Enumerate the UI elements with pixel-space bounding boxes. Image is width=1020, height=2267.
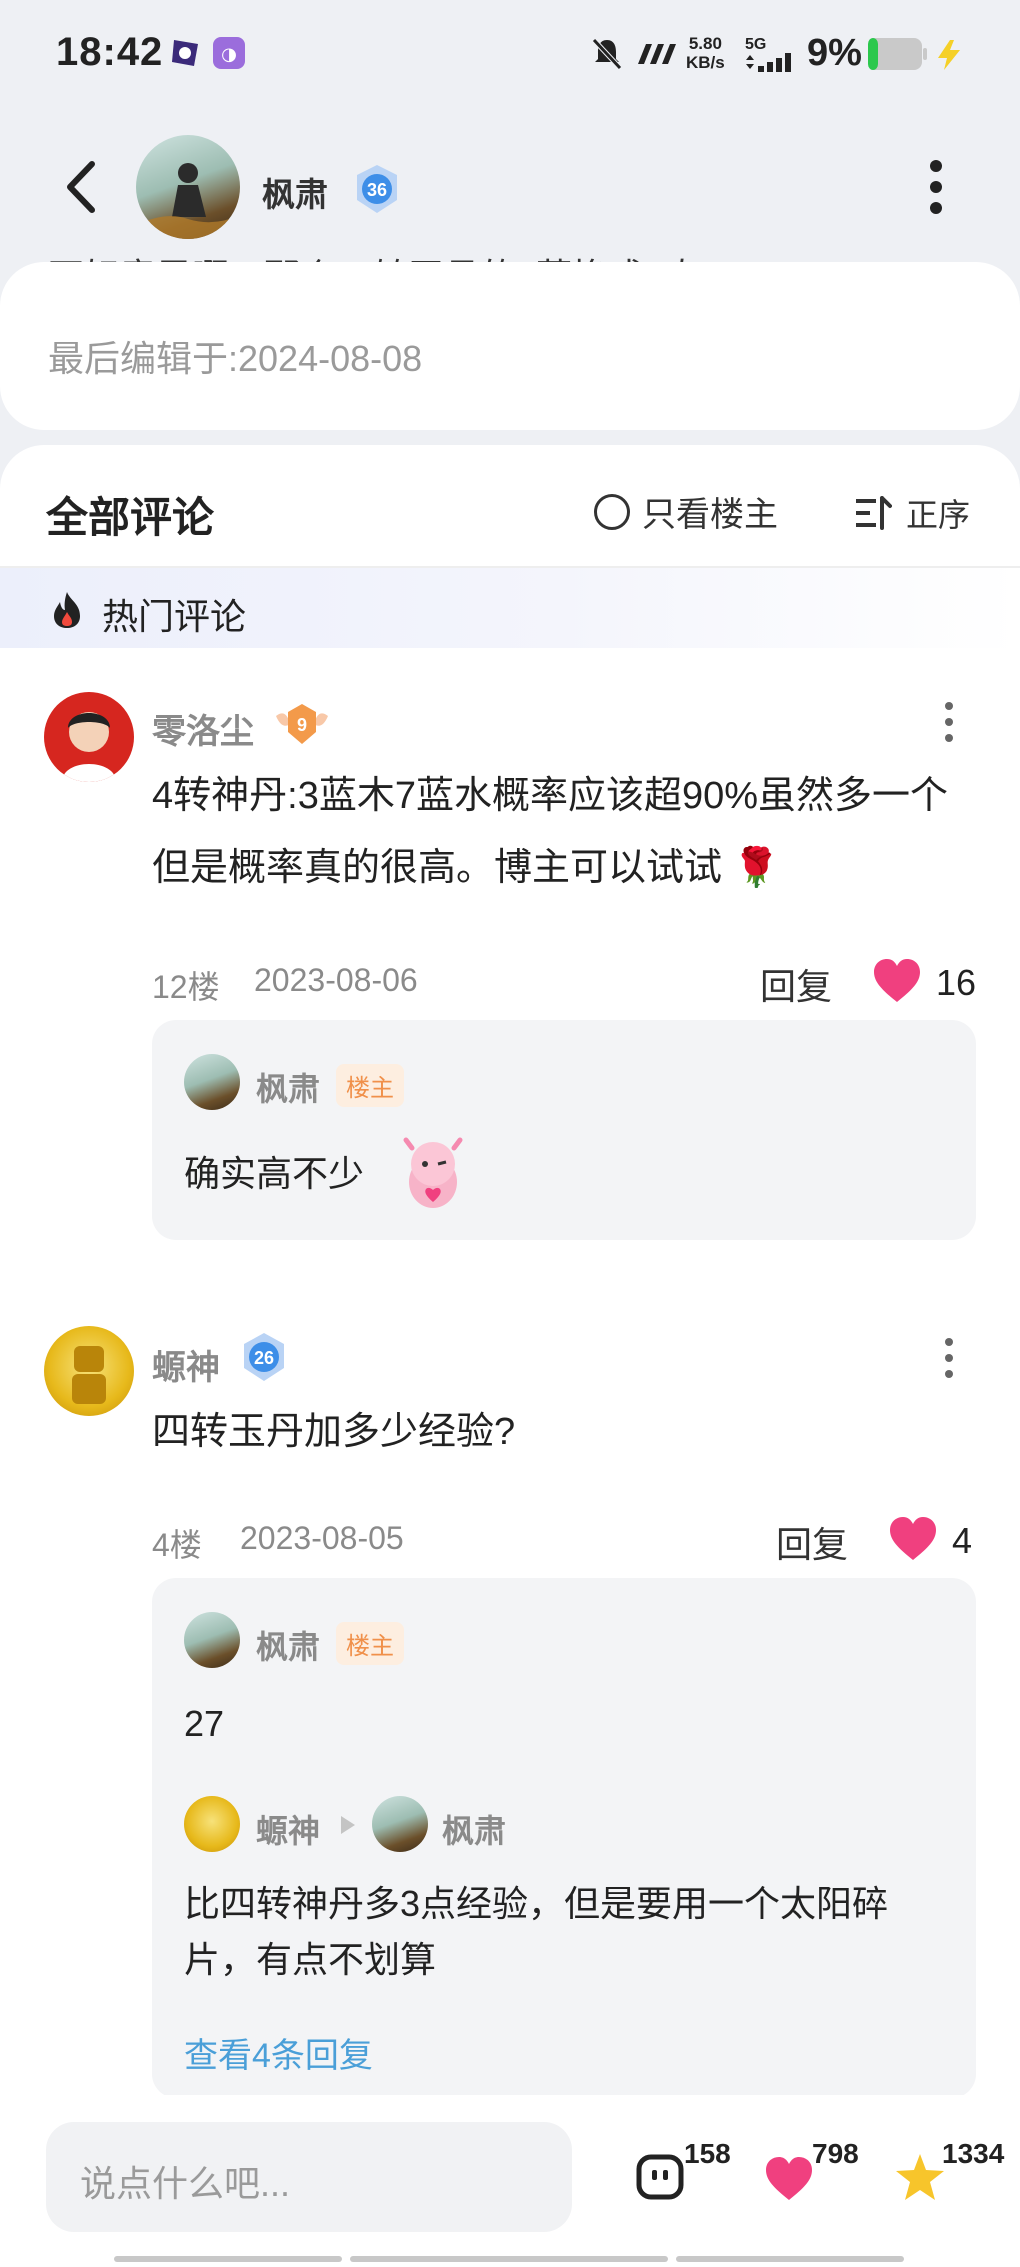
home-indicator — [676, 2256, 904, 2262]
reply-author[interactable]: 螈神 — [256, 1806, 320, 1852]
like-count-total: 798 — [812, 2138, 859, 2169]
svg-text:◑: ◑ — [221, 44, 237, 65]
view-more-replies-link[interactable]: 查看4条回复 — [184, 2028, 373, 2077]
comment-count: 158 — [684, 2138, 731, 2169]
comment-text: 四转玉丹加多少经验? — [152, 1411, 516, 1453]
author-name[interactable]: 枫肃 — [262, 168, 328, 216]
commenter-name[interactable]: 零洛尘 — [152, 704, 254, 753]
commenter-avatar[interactable] — [44, 1326, 134, 1416]
reply-text: 确实高不少 — [184, 1153, 365, 1194]
app-notification-icon — [172, 40, 198, 66]
op-tag: 楼主 — [336, 1622, 404, 1665]
reply-box — [152, 1020, 976, 1240]
charging-icon — [938, 40, 960, 70]
commenter-name[interactable]: 螈神 — [152, 1340, 220, 1389]
signal-icon — [746, 53, 791, 72]
commenter-avatar-image — [62, 712, 116, 782]
like-heart-icon[interactable] — [888, 1516, 938, 1562]
level-badge-icon: 26 — [244, 1333, 284, 1381]
battery-percent: 9% — [807, 32, 862, 74]
favorite-count: 1334 — [942, 2138, 1005, 2169]
op-tag: 楼主 — [336, 1064, 404, 1107]
sort-icon — [856, 496, 892, 530]
comment-floor: 4楼 — [152, 1527, 202, 1563]
reply-avatar[interactable] — [184, 1796, 240, 1852]
level-badge-icon: 9 — [276, 704, 328, 744]
home-indicator — [350, 2256, 668, 2262]
comment-more-icon[interactable] — [942, 700, 956, 744]
reply-text: 27 — [184, 1703, 225, 1744]
level-badge-icon: 36 — [357, 165, 397, 213]
level-badge-text: 26 — [254, 1348, 274, 1368]
only-op-label: 只看楼主 — [642, 496, 778, 534]
level-badge-text: 36 — [367, 180, 387, 200]
reply-button[interactable]: 回复 — [776, 1516, 848, 1568]
comment-date: 2023-08-05 — [240, 1520, 404, 1556]
comment-input-placeholder: 说点什么吧... — [80, 2163, 291, 2204]
author-avatar[interactable] — [136, 135, 240, 239]
like-heart-icon[interactable] — [764, 2156, 814, 2202]
app-badge-icon: ◑ — [213, 37, 245, 69]
author-avatar-image — [136, 163, 240, 239]
like-heart-icon[interactable] — [872, 958, 922, 1004]
reply-avatar[interactable] — [184, 1612, 240, 1668]
reply-to-arrow-icon — [341, 1816, 355, 1834]
mute-bell-icon — [592, 38, 622, 70]
reply-author[interactable]: 枫肃 — [256, 1064, 320, 1110]
all-comments-title: 全部评论 — [46, 494, 215, 541]
reply-avatar[interactable] — [184, 1054, 240, 1110]
comment-text: 4转神丹:3蓝木7蓝水概率应该超90%虽然多一个但是概率真的很高。博主可以试试 … — [152, 775, 949, 889]
hot-comments-label: 热门评论 — [102, 596, 247, 637]
comment-floor: 12楼 — [152, 969, 220, 1005]
commenter-avatar-image — [72, 1346, 106, 1404]
reply-button[interactable]: 回复 — [760, 958, 832, 1010]
star-icon[interactable] — [894, 2152, 946, 2202]
status-time: 18:42 — [56, 30, 164, 74]
network-speed: 5.80 KB/s — [686, 34, 725, 72]
fire-icon — [54, 592, 80, 628]
only-op-toggle[interactable]: 只看楼主 — [594, 487, 778, 536]
home-indicator — [114, 2256, 342, 2262]
edited-date: 最后编辑于:2024-08-08 — [48, 338, 423, 379]
sort-label: 正序 — [906, 497, 971, 533]
sticker-emoji-icon — [403, 1137, 463, 1208]
like-count: 4 — [952, 1520, 973, 1561]
comment-icon[interactable] — [636, 2154, 684, 2200]
comment-more-icon[interactable] — [942, 1336, 956, 1380]
more-options-icon[interactable] — [922, 158, 950, 216]
like-count: 16 — [936, 962, 977, 1003]
comment-date: 2023-08-06 — [254, 962, 418, 998]
level-badge-text: 9 — [297, 715, 307, 735]
reply-to-avatar[interactable] — [372, 1796, 428, 1852]
reply-to-user[interactable]: 枫肃 — [442, 1806, 506, 1852]
reply-text: 比四转神丹多3点经验，但是要用一个太阳碎片，有点不划算 — [184, 1883, 889, 1980]
rose-emoji: 🌹 — [732, 847, 780, 889]
battery-icon — [868, 38, 927, 70]
reply-author[interactable]: 枫肃 — [256, 1622, 320, 1668]
commenter-avatar[interactable] — [44, 692, 134, 782]
carrier-icon — [638, 44, 676, 64]
radio-circle-icon — [594, 493, 630, 530]
back-arrow-icon[interactable] — [60, 160, 104, 214]
sort-toggle[interactable]: 正序 — [856, 490, 970, 536]
